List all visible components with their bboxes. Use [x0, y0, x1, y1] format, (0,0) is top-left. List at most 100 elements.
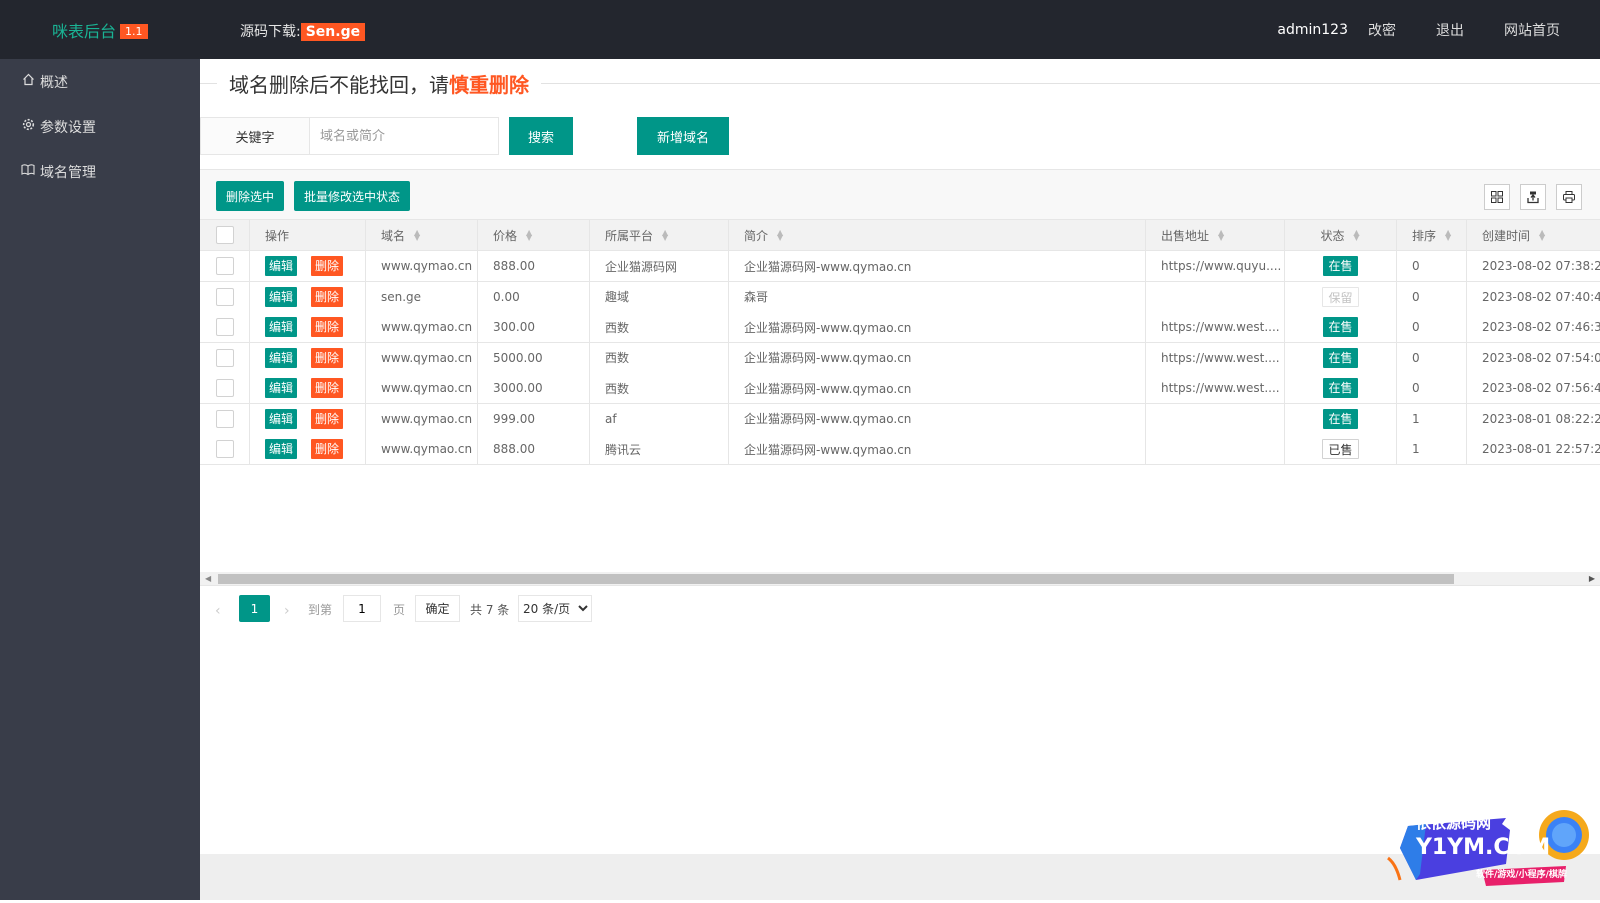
status-badge[interactable]: 在售: [1323, 408, 1358, 429]
toolbar-icons: [1474, 184, 1582, 210]
goto-confirm-button[interactable]: 确定: [415, 595, 460, 622]
header-status[interactable]: 状态 ▲ ▼: [1285, 220, 1397, 250]
edit-button[interactable]: 编辑: [265, 439, 298, 459]
top-bar: 咪表后台 1.1 源码下载: Sen.ge admin123 改密 退出 网站首页: [0, 0, 1600, 59]
current-page-button[interactable]: 1: [239, 595, 270, 622]
cell-created: 2023-08-02 07:40:43: [1482, 289, 1600, 304]
select-all-checkbox[interactable]: [216, 226, 234, 244]
book-icon: [20, 163, 36, 180]
cell-platform: 腾讯云: [590, 434, 729, 464]
header-sale-url[interactable]: 出售地址 ▲ ▼: [1146, 220, 1285, 250]
print-icon[interactable]: [1556, 184, 1582, 210]
header-platform[interactable]: 所属平台 ▲ ▼: [590, 220, 729, 250]
sort-icon[interactable]: ▲ ▼: [661, 229, 669, 242]
cell-sort: 0: [1397, 373, 1467, 403]
table-row[interactable]: 编辑 删除 www.qymao.cn 3000.00 西数 企业猫源码网-www.qyma…: [200, 373, 1600, 404]
next-page-icon[interactable]: ›: [284, 603, 290, 619]
status-badge[interactable]: 在售: [1323, 256, 1358, 276]
scroll-right-arrow[interactable]: ▶: [1589, 572, 1595, 585]
row-checkbox[interactable]: [216, 379, 234, 397]
scroll-left-arrow[interactable]: ◀: [205, 572, 211, 585]
delete-button[interactable]: 删除: [311, 286, 344, 307]
edit-button[interactable]: 编辑: [265, 256, 298, 276]
row-checkbox[interactable]: [216, 348, 234, 367]
watermark-line3: 软件/游戏/小程序/棋牌: [1476, 868, 1567, 880]
status-badge[interactable]: 在售: [1323, 347, 1358, 368]
version-badge: 1.1: [120, 24, 148, 39]
add-domain-button[interactable]: 新增域名: [637, 117, 729, 155]
delete-selected-button[interactable]: 删除选中: [216, 181, 285, 211]
edit-button[interactable]: 编辑: [265, 286, 298, 307]
status-badge[interactable]: 保留: [1322, 286, 1359, 307]
sort-icon[interactable]: ▲ ▼: [525, 229, 533, 242]
columns-icon[interactable]: [1484, 184, 1510, 210]
change-password-link[interactable]: 改密: [1368, 20, 1396, 40]
export-icon[interactable]: [1520, 184, 1546, 210]
delete-button[interactable]: 删除: [311, 347, 344, 368]
cell-price: 5000.00: [478, 342, 590, 373]
sort-icon[interactable]: ▲ ▼: [413, 229, 421, 242]
table-row[interactable]: 编辑 删除 www.qymao.cn 5000.00 西数 企业猫源码网-www.qyma…: [200, 342, 1600, 374]
delete-button[interactable]: 删除: [311, 256, 344, 276]
status-badge[interactable]: 在售: [1323, 317, 1358, 337]
user-name[interactable]: admin123: [1277, 22, 1348, 38]
row-checkbox[interactable]: [216, 440, 234, 458]
column-title: 出售地址: [1161, 228, 1210, 243]
row-checkbox[interactable]: [216, 318, 234, 336]
sidebar-item-settings[interactable]: 参数设置: [0, 104, 200, 149]
table-row[interactable]: 编辑 删除 www.qymao.cn 888.00 企业猫源码网 企业猫源码网-www.q…: [200, 251, 1600, 282]
site-home-link[interactable]: 网站首页: [1504, 20, 1560, 40]
prev-page-icon[interactable]: ‹: [215, 603, 221, 619]
table-row[interactable]: 编辑 删除 www.qymao.cn 999.00 af 企业猫源码网-www.qymao…: [200, 403, 1600, 435]
sidebar-item-domains[interactable]: 域名管理: [0, 149, 200, 194]
row-checkbox[interactable]: [216, 287, 234, 306]
search-input[interactable]: [309, 117, 499, 155]
cell-intro: 企业猫源码网-www.qymao.cn: [729, 312, 1146, 342]
app-logo[interactable]: 咪表后台 1.1: [52, 18, 148, 42]
sort-icon[interactable]: ▲ ▼: [1444, 229, 1452, 242]
scrollbar-thumb[interactable]: [218, 574, 1454, 584]
cell-domain: www.qymao.cn: [366, 403, 478, 434]
row-checkbox[interactable]: [216, 257, 234, 275]
source-label: 源码下载:: [240, 24, 301, 40]
search-button[interactable]: 搜索: [509, 117, 573, 155]
logout-link[interactable]: 退出: [1436, 20, 1464, 40]
header-domain[interactable]: 域名 ▲ ▼: [366, 220, 478, 250]
delete-button[interactable]: 删除: [311, 378, 344, 398]
delete-button[interactable]: 删除: [311, 317, 344, 337]
sort-icon[interactable]: ▲ ▼: [1217, 229, 1225, 242]
header-sort[interactable]: 排序 ▲ ▼: [1397, 220, 1467, 250]
header-price[interactable]: 价格 ▲ ▼: [478, 220, 590, 250]
row-actions: 编辑 删除: [250, 373, 366, 403]
sort-icon[interactable]: ▲ ▼: [1353, 229, 1361, 242]
delete-button[interactable]: 删除: [311, 439, 344, 459]
cell-platform: af: [590, 403, 729, 434]
goto-page-input[interactable]: [343, 595, 381, 622]
edit-button[interactable]: 编辑: [265, 347, 298, 368]
table-row[interactable]: 编辑 删除 www.qymao.cn 888.00 腾讯云 企业猫源码网-www.qyma…: [200, 434, 1600, 465]
edit-button[interactable]: 编辑: [265, 317, 298, 337]
header-intro[interactable]: 简介 ▲ ▼: [729, 220, 1146, 250]
horizontal-scrollbar[interactable]: ◀ ▶: [200, 572, 1600, 585]
cell-status: 在售: [1285, 312, 1397, 342]
sort-icon[interactable]: ▲ ▼: [776, 229, 784, 242]
cell-status: 保留: [1285, 281, 1397, 312]
row-checkbox[interactable]: [216, 409, 234, 428]
table-row[interactable]: 编辑 删除 sen.ge 0.00 趣域 森哥 保留 0 2023-08-02 07:40:43: [200, 281, 1600, 313]
main-content: 域名删除后不能找回，请慎重删除 关键字 搜索 新增域名 删除选中 批量修改选中状…: [200, 59, 1600, 900]
cell-sort: 0: [1397, 312, 1467, 342]
status-badge[interactable]: 已售: [1322, 439, 1359, 459]
batch-status-button[interactable]: 批量修改选中状态: [294, 181, 411, 211]
cell-domain: sen.ge: [366, 281, 478, 312]
table-row[interactable]: 编辑 删除 www.qymao.cn 300.00 西数 企业猫源码网-www.qymao…: [200, 312, 1600, 343]
page-size-select[interactable]: 20 条/页: [518, 595, 592, 622]
edit-button[interactable]: 编辑: [265, 408, 298, 429]
sort-icon[interactable]: ▲ ▼: [1538, 229, 1546, 242]
sidebar-item-overview[interactable]: 概述: [0, 59, 200, 104]
status-badge[interactable]: 在售: [1323, 378, 1358, 398]
delete-button[interactable]: 删除: [311, 408, 344, 429]
row-actions: 编辑 删除: [250, 281, 366, 312]
edit-button[interactable]: 编辑: [265, 378, 298, 398]
header-created[interactable]: 创建时间 ▲ ▼: [1467, 220, 1600, 250]
source-download[interactable]: 源码下载: Sen.ge: [240, 21, 366, 41]
